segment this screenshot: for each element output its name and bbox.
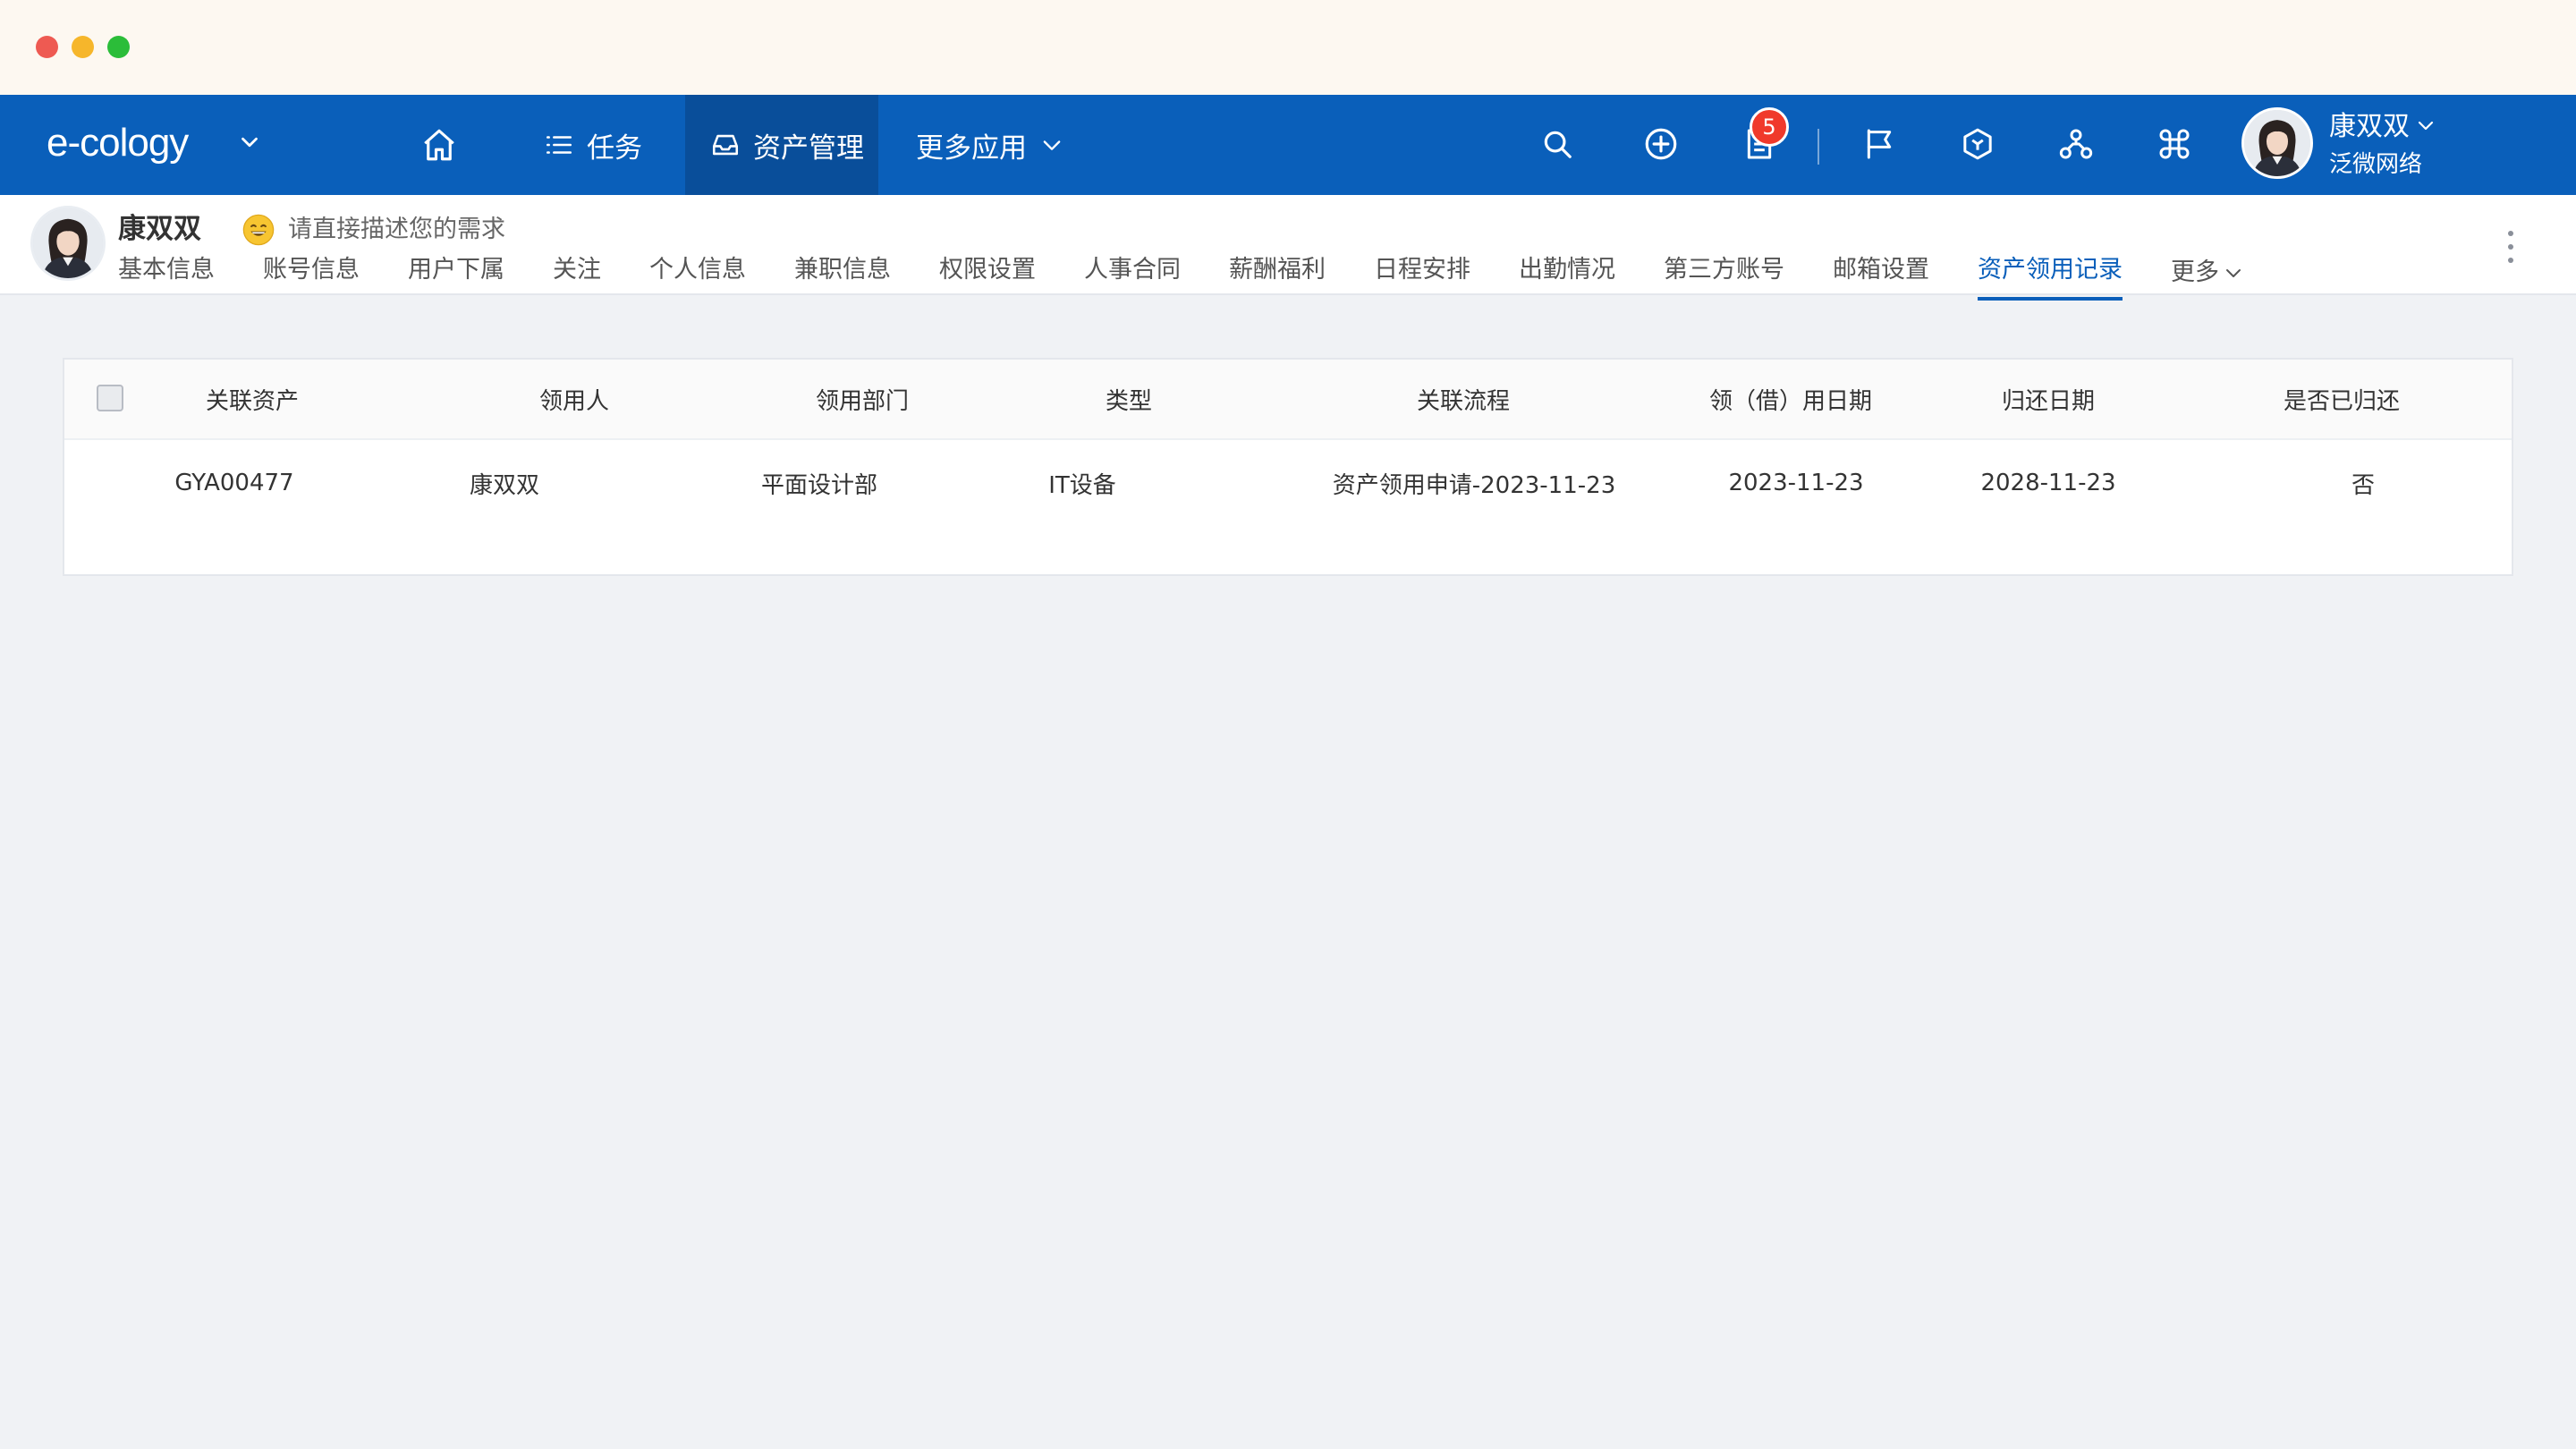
tab-permissions[interactable]: 权限设置	[939, 250, 1036, 295]
tab-attendance[interactable]: 出勤情况	[1519, 250, 1615, 295]
nav-asset-label: 资产管理	[753, 131, 864, 165]
command-icon	[2159, 129, 2190, 159]
table-row[interactable]: GYA00477 康双双 平面设计部 IT设备 资产领用申请-2023-11-2…	[64, 440, 2512, 526]
profile-tabs: 基本信息 账号信息 用户下属 关注 个人信息 兼职信息 权限设置 人事合同 薪酬…	[118, 250, 2244, 301]
brand-logo[interactable]: e-cology	[47, 116, 189, 170]
tab-asset-records[interactable]: 资产领用记录	[1978, 250, 2123, 301]
top-navigation-bar: e-cology 任务 资产管理 更多应用 5 康双双 泛微网络	[0, 95, 2576, 195]
cube-icon	[1963, 128, 1992, 160]
nav-more-apps-label: 更多应用	[916, 131, 1027, 165]
window-titlebar	[0, 0, 2576, 95]
flag-button[interactable]	[1859, 123, 1900, 165]
nav-more-apps[interactable]: 更多应用	[916, 95, 1064, 195]
tab-schedule[interactable]: 日程安排	[1374, 250, 1470, 295]
chevron-down-icon[interactable]	[2415, 114, 2436, 136]
tab-basic-info[interactable]: 基本信息	[118, 250, 215, 295]
tab-part-time-info[interactable]: 兼职信息	[794, 250, 891, 295]
cell-asset-code: GYA00477	[174, 470, 294, 496]
search-icon	[1544, 131, 1572, 158]
app-window: e-cology 任务 资产管理 更多应用 5 康双双 泛微网络 康双双 请直接…	[0, 0, 2576, 1449]
maximize-window-button[interactable]	[107, 36, 130, 58]
more-options-icon[interactable]	[2506, 231, 2515, 263]
profile-header: 康双双 请直接描述您的需求 基本信息 账号信息 用户下属 关注 个人信息 兼职信…	[0, 195, 2576, 301]
ai-assistant-prompt[interactable]: 请直接描述您的需求	[288, 213, 505, 247]
column-header[interactable]: 领用部门	[755, 360, 970, 438]
search-button[interactable]	[1537, 123, 1578, 165]
chevron-down-icon	[2226, 269, 2241, 277]
cell-return-date: 2028-11-23	[1980, 470, 2116, 496]
tab-more[interactable]: 更多	[2171, 250, 2244, 295]
tab-compensation[interactable]: 薪酬福利	[1229, 250, 1326, 295]
nav-divider	[1818, 129, 1819, 165]
select-all-checkbox[interactable]	[97, 385, 123, 411]
tab-account-info[interactable]: 账号信息	[263, 250, 360, 295]
shortcut-button[interactable]	[2154, 123, 2195, 165]
list-icon	[546, 136, 572, 154]
chevron-down-icon	[1043, 140, 1061, 150]
top-user-organization: 泛微网络	[2329, 151, 2423, 178]
user-avatar[interactable]	[2241, 107, 2313, 179]
chevron-down-icon[interactable]	[236, 129, 263, 156]
tab-mail-settings[interactable]: 邮箱设置	[1833, 250, 1929, 295]
person-photo-icon	[2244, 110, 2310, 176]
cell-type: IT设备	[1048, 471, 1116, 499]
add-circle-icon	[1645, 128, 1677, 160]
close-window-button[interactable]	[36, 36, 58, 58]
smile-emoji-icon[interactable]	[242, 213, 275, 247]
apps-button[interactable]	[1957, 123, 1998, 165]
profile-name: 康双双	[118, 213, 201, 245]
home-icon	[424, 129, 454, 161]
column-header[interactable]: 关联资产	[145, 360, 360, 438]
nav-task[interactable]: 任务	[544, 95, 642, 195]
flag-icon	[1867, 129, 1892, 159]
nav-asset-management[interactable]: 资产管理	[685, 95, 878, 195]
nav-home[interactable]	[420, 95, 458, 195]
asset-records-table: 关联资产 领用人 领用部门 类型 关联流程 领（借）用日期 归还日期 是否已归还…	[63, 358, 2513, 576]
organization-button[interactable]	[2055, 123, 2097, 165]
tab-third-party-accounts[interactable]: 第三方账号	[1664, 250, 1784, 295]
column-header[interactable]: 是否已归还	[2154, 360, 2529, 438]
profile-avatar[interactable]	[30, 206, 106, 281]
tab-subordinates[interactable]: 用户下属	[408, 250, 504, 295]
tab-hr-contract[interactable]: 人事合同	[1084, 250, 1181, 295]
org-chart-icon	[2059, 129, 2093, 159]
create-button[interactable]	[1640, 123, 1682, 165]
nav-task-label: 任务	[587, 131, 642, 165]
inbox-icon	[712, 134, 739, 156]
tab-follow[interactable]: 关注	[553, 250, 601, 295]
minimize-window-button[interactable]	[72, 36, 94, 58]
column-header[interactable]: 领用人	[467, 360, 682, 438]
column-header[interactable]: 类型	[1021, 360, 1236, 438]
notification-badge: 5	[1750, 107, 1789, 147]
cell-workflow-link[interactable]: 资产领用申请-2023-11-23	[1277, 440, 1671, 526]
tab-more-label: 更多	[2171, 258, 2219, 286]
table-header: 关联资产 领用人 领用部门 类型 关联流程 领（借）用日期 归还日期 是否已归还	[64, 360, 2512, 440]
cell-returned: 否	[2351, 471, 2375, 499]
person-photo-icon	[33, 208, 103, 278]
top-user-name[interactable]: 康双双	[2329, 107, 2410, 147]
tab-personal-info[interactable]: 个人信息	[649, 250, 746, 295]
column-header[interactable]: 关联流程	[1293, 360, 1633, 438]
cell-recipient: 康双双	[469, 471, 539, 499]
cell-department: 平面设计部	[760, 471, 877, 499]
